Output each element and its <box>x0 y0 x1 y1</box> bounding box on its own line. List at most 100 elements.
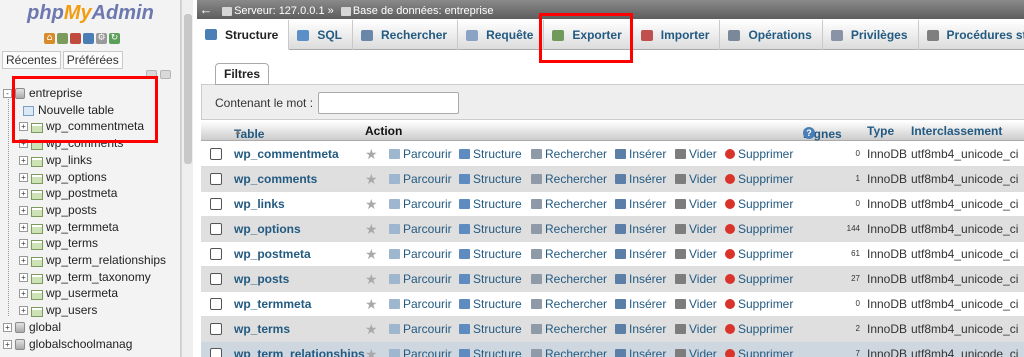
search-action[interactable]: Rechercher <box>531 297 607 311</box>
favorite-star-icon[interactable]: ★ <box>365 271 378 288</box>
tab-query[interactable]: Requête <box>458 20 545 50</box>
favorite-star-icon[interactable]: ★ <box>365 171 378 188</box>
reload-icon[interactable]: ↻ <box>109 33 120 44</box>
sql-icon[interactable] <box>57 33 68 44</box>
favorite-tab[interactable]: Préférées <box>62 51 123 69</box>
table-item[interactable]: + wp_options <box>19 169 107 186</box>
favorite-star-icon[interactable]: ★ <box>365 321 378 338</box>
expander-icon[interactable]: + <box>19 156 28 166</box>
drop-action[interactable]: Supprimer <box>725 247 793 261</box>
table-row[interactable]: wp_commentmeta ★ Parcourir Structure Recherc… <box>201 142 1024 167</box>
database-item[interactable]: + global <box>3 319 61 336</box>
column-type[interactable]: Type <box>867 124 894 138</box>
table-item[interactable]: + wp_postmeta <box>19 185 117 202</box>
table-item[interactable]: + wp_users <box>19 302 97 319</box>
structure-action[interactable]: Structure <box>459 172 522 186</box>
browse-action[interactable]: Parcourir <box>389 222 452 236</box>
empty-action[interactable]: Vider <box>675 172 717 186</box>
table-item[interactable]: + wp_termmeta <box>19 219 119 236</box>
tab-structure[interactable]: Structure <box>197 20 290 50</box>
insert-action[interactable]: Insérer <box>615 147 666 161</box>
table-row[interactable]: wp_posts ★ Parcourir Structure Rechercher Ins… <box>201 267 1024 292</box>
empty-action[interactable]: Vider <box>675 147 717 161</box>
logout-icon[interactable] <box>70 33 81 44</box>
structure-action[interactable]: Structure <box>459 297 522 311</box>
docs-icon[interactable] <box>83 33 94 44</box>
favorite-star-icon[interactable]: ★ <box>365 346 378 357</box>
row-checkbox[interactable] <box>210 148 222 160</box>
browse-action[interactable]: Parcourir <box>389 147 452 161</box>
insert-action[interactable]: Insérer <box>615 247 666 261</box>
home-icon[interactable]: ⌂ <box>44 33 55 44</box>
drop-action[interactable]: Supprimer <box>725 222 793 236</box>
favorite-star-icon[interactable]: ★ <box>365 221 378 238</box>
search-action[interactable]: Rechercher <box>531 147 607 161</box>
link-icon[interactable] <box>160 70 171 79</box>
drop-action[interactable]: Supprimer <box>725 272 793 286</box>
structure-action[interactable]: Structure <box>459 147 522 161</box>
table-name-link[interactable]: wp_postmeta <box>234 247 311 261</box>
search-action[interactable]: Rechercher <box>531 322 607 336</box>
empty-action[interactable]: Vider <box>675 247 717 261</box>
row-checkbox[interactable] <box>210 223 222 235</box>
table-row[interactable]: wp_terms ★ Parcourir Structure Rechercher Ins… <box>201 317 1024 342</box>
expander-icon[interactable]: + <box>19 189 28 199</box>
expander-icon[interactable]: + <box>19 122 28 132</box>
insert-action[interactable]: Insérer <box>615 297 666 311</box>
drop-action[interactable]: Supprimer <box>725 322 793 336</box>
structure-action[interactable]: Structure <box>459 272 522 286</box>
tab-export[interactable]: Exporter <box>544 20 633 50</box>
empty-action[interactable]: Vider <box>675 322 717 336</box>
drop-action[interactable]: Supprimer <box>725 197 793 211</box>
insert-action[interactable]: Insérer <box>615 347 666 357</box>
expander-icon[interactable]: + <box>19 256 28 266</box>
column-collation[interactable]: Interclassement <box>911 124 1002 138</box>
insert-action[interactable]: Insérer <box>615 272 666 286</box>
table-name-link[interactable]: wp_termmeta <box>234 297 311 311</box>
empty-action[interactable]: Vider <box>675 197 717 211</box>
row-checkbox[interactable] <box>210 348 222 357</box>
insert-action[interactable]: Insérer <box>615 322 666 336</box>
collapse-all-icon[interactable] <box>146 70 157 79</box>
table-item[interactable]: + wp_term_relationships <box>19 252 166 269</box>
drop-action[interactable]: Supprimer <box>725 147 793 161</box>
empty-action[interactable]: Vider <box>675 347 717 357</box>
table-item[interactable]: + wp_comments <box>19 135 123 152</box>
sidebar-scrollbar[interactable] <box>181 0 193 357</box>
empty-action[interactable]: Vider <box>675 297 717 311</box>
search-action[interactable]: Rechercher <box>531 247 607 261</box>
search-action[interactable]: Rechercher <box>531 222 607 236</box>
row-checkbox[interactable] <box>210 173 222 185</box>
tab-search[interactable]: Rechercher <box>353 20 459 50</box>
filter-input[interactable] <box>318 92 459 114</box>
table-row[interactable]: wp_links ★ Parcourir Structure Rechercher Ins… <box>201 192 1024 217</box>
row-checkbox[interactable] <box>210 248 222 260</box>
browse-action[interactable]: Parcourir <box>389 347 452 357</box>
search-action[interactable]: Rechercher <box>531 197 607 211</box>
expander-icon[interactable]: - <box>3 89 12 99</box>
expander-icon[interactable]: + <box>19 139 28 149</box>
browse-action[interactable]: Parcourir <box>389 297 452 311</box>
gear-icon[interactable]: ⚙ <box>96 33 107 44</box>
expander-icon[interactable]: + <box>3 323 12 333</box>
scrollbar-thumb[interactable] <box>184 14 192 164</box>
browse-action[interactable]: Parcourir <box>389 172 452 186</box>
drop-action[interactable]: Supprimer <box>725 172 793 186</box>
help-icon[interactable]: ? <box>803 127 815 139</box>
table-row[interactable]: wp_postmeta ★ Parcourir Structure Rechercher… <box>201 242 1024 267</box>
table-item[interactable]: + wp_links <box>19 152 92 169</box>
insert-action[interactable]: Insérer <box>615 197 666 211</box>
back-arrow-icon[interactable]: ← <box>197 0 215 19</box>
search-action[interactable]: Rechercher <box>531 347 607 357</box>
table-name-link[interactable]: wp_links <box>234 197 285 211</box>
expander-icon[interactable]: + <box>19 223 28 233</box>
table-item[interactable]: + wp_posts <box>19 202 97 219</box>
empty-action[interactable]: Vider <box>675 272 717 286</box>
expander-icon[interactable]: + <box>19 306 28 316</box>
recent-tab[interactable]: Récentes <box>2 51 61 69</box>
table-row[interactable]: wp_termmeta ★ Parcourir Structure Rechercher… <box>201 292 1024 317</box>
database-item[interactable]: + globalschoolmanag <box>3 336 132 353</box>
phpmyadmin-logo[interactable]: phpMyAdmin <box>0 2 180 25</box>
tab-routines[interactable]: Procédures sto <box>919 20 1024 50</box>
expander-icon[interactable]: + <box>19 173 28 183</box>
